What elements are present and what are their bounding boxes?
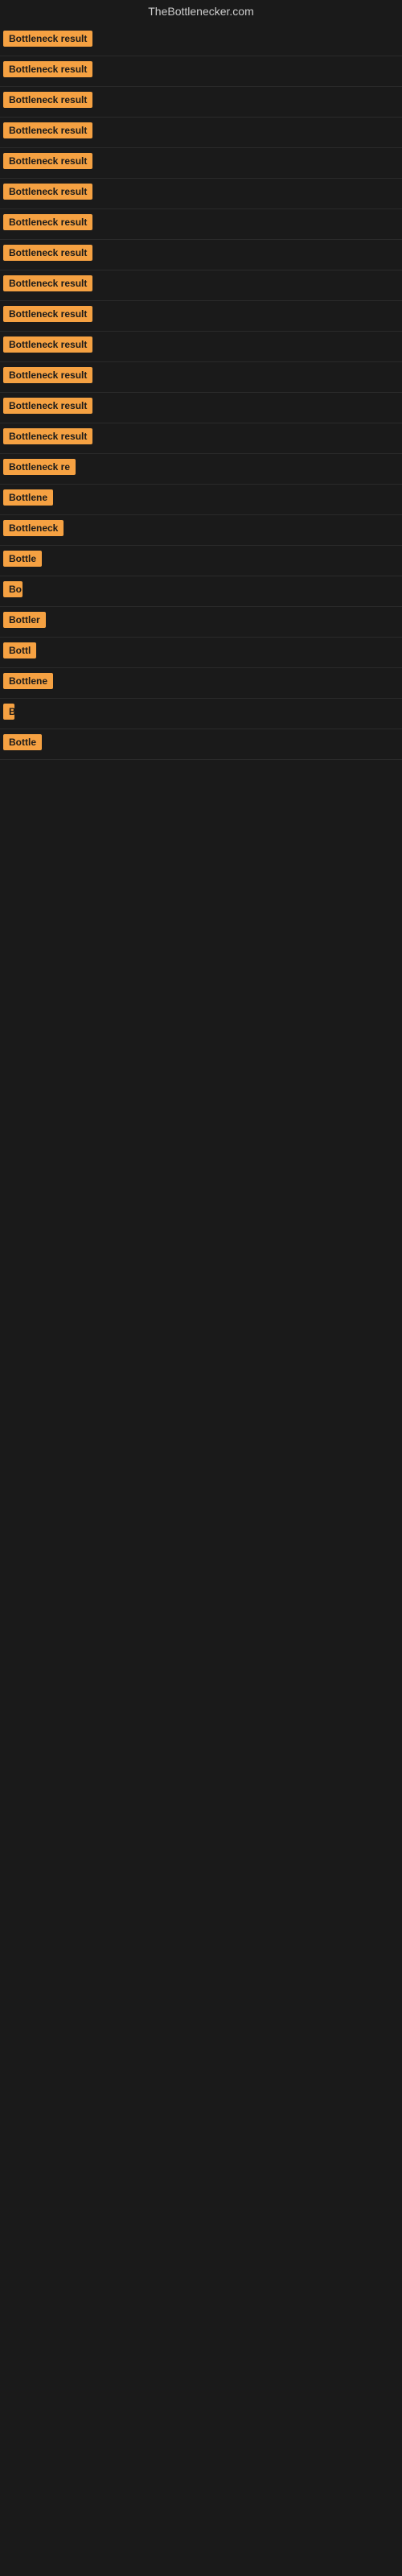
- result-row-23[interactable]: B: [0, 699, 402, 729]
- bottleneck-badge-10[interactable]: Bottleneck result: [3, 306, 92, 322]
- results-list: Bottleneck result Bottleneck result Bottle…: [0, 26, 402, 760]
- bottleneck-badge-16[interactable]: Bottlene: [3, 489, 53, 506]
- bottleneck-badge-6[interactable]: Bottleneck result: [3, 184, 92, 200]
- result-row-12[interactable]: Bottleneck result: [0, 362, 402, 393]
- result-row-7[interactable]: Bottleneck result: [0, 209, 402, 240]
- result-row-17[interactable]: Bottleneck: [0, 515, 402, 546]
- bottleneck-badge-1[interactable]: Bottleneck result: [3, 31, 92, 47]
- result-row-19[interactable]: Bo: [0, 576, 402, 607]
- site-title: TheBottlenecker.com: [0, 0, 402, 26]
- bottleneck-badge-19[interactable]: Bo: [3, 581, 23, 597]
- result-row-22[interactable]: Bottlene: [0, 668, 402, 699]
- bottleneck-badge-23[interactable]: B: [3, 704, 14, 720]
- bottleneck-badge-17[interactable]: Bottleneck: [3, 520, 64, 536]
- result-row-16[interactable]: Bottlene: [0, 485, 402, 515]
- result-row-18[interactable]: Bottle: [0, 546, 402, 576]
- result-row-20[interactable]: Bottler: [0, 607, 402, 638]
- result-row-14[interactable]: Bottleneck result: [0, 423, 402, 454]
- bottleneck-badge-9[interactable]: Bottleneck result: [3, 275, 92, 291]
- result-row-11[interactable]: Bottleneck result: [0, 332, 402, 362]
- bottleneck-badge-8[interactable]: Bottleneck result: [3, 245, 92, 261]
- result-row-13[interactable]: Bottleneck result: [0, 393, 402, 423]
- bottleneck-badge-5[interactable]: Bottleneck result: [3, 153, 92, 169]
- site-title-container: TheBottlenecker.com: [0, 0, 402, 26]
- bottleneck-badge-24[interactable]: Bottle: [3, 734, 42, 750]
- result-row-15[interactable]: Bottleneck re: [0, 454, 402, 485]
- bottleneck-badge-22[interactable]: Bottlene: [3, 673, 53, 689]
- bottleneck-badge-7[interactable]: Bottleneck result: [3, 214, 92, 230]
- result-row-21[interactable]: Bottl: [0, 638, 402, 668]
- result-row-3[interactable]: Bottleneck result: [0, 87, 402, 118]
- bottleneck-badge-11[interactable]: Bottleneck result: [3, 336, 92, 353]
- result-row-9[interactable]: Bottleneck result: [0, 270, 402, 301]
- result-row-4[interactable]: Bottleneck result: [0, 118, 402, 148]
- bottleneck-badge-2[interactable]: Bottleneck result: [3, 61, 92, 77]
- bottleneck-badge-15[interactable]: Bottleneck re: [3, 459, 76, 475]
- result-row-24[interactable]: Bottle: [0, 729, 402, 760]
- result-row-5[interactable]: Bottleneck result: [0, 148, 402, 179]
- bottleneck-badge-20[interactable]: Bottler: [3, 612, 46, 628]
- bottleneck-badge-3[interactable]: Bottleneck result: [3, 92, 92, 108]
- result-row-2[interactable]: Bottleneck result: [0, 56, 402, 87]
- result-row-1[interactable]: Bottleneck result: [0, 26, 402, 56]
- result-row-6[interactable]: Bottleneck result: [0, 179, 402, 209]
- result-row-8[interactable]: Bottleneck result: [0, 240, 402, 270]
- bottleneck-badge-21[interactable]: Bottl: [3, 642, 36, 658]
- bottleneck-badge-12[interactable]: Bottleneck result: [3, 367, 92, 383]
- bottleneck-badge-4[interactable]: Bottleneck result: [3, 122, 92, 138]
- bottleneck-badge-14[interactable]: Bottleneck result: [3, 428, 92, 444]
- bottleneck-badge-18[interactable]: Bottle: [3, 551, 42, 567]
- bottleneck-badge-13[interactable]: Bottleneck result: [3, 398, 92, 414]
- result-row-10[interactable]: Bottleneck result: [0, 301, 402, 332]
